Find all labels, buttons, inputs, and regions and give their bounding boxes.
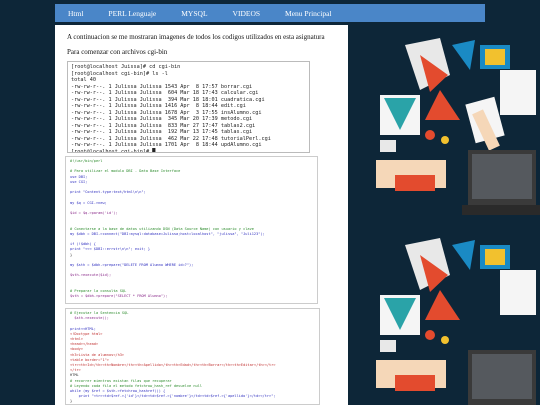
terminal-line: [root@localhost cgi-bin]# █ xyxy=(71,148,156,153)
code-screenshot-html-output: # Ejecutar la Sentencia SQL $sth->execut… xyxy=(65,308,320,405)
terminal-screenshot: [root@localhost Juissa]# cd cgi-bin [root… xyxy=(67,61,310,153)
top-navigation-bar: Html PERL Lenguaje MYSQL VIDEOS Menu Pri… xyxy=(55,4,485,22)
intro-text: A continuacion se me mostraran imagenes … xyxy=(67,33,325,41)
nav-item-html[interactable]: Html xyxy=(68,9,83,18)
code1-line: $sth = $dbh->prepare("SELECT * FROM Alum… xyxy=(70,294,168,299)
section-title: Para comenzar con archivos cgi-bin xyxy=(67,48,168,56)
nav-item-menu-principal[interactable]: Menu Principal xyxy=(285,9,331,18)
code-screenshot-borrar: #!/usr/bin/perl # Para utilizar el modul… xyxy=(65,156,318,304)
nav-item-videos[interactable]: VIDEOS xyxy=(233,9,261,18)
nav-item-perl[interactable]: PERL Lenguaje xyxy=(108,9,156,18)
nav-item-mysql[interactable]: MYSQL xyxy=(181,9,207,18)
content-page: A continuacion se me mostraran imagenes … xyxy=(55,25,348,405)
